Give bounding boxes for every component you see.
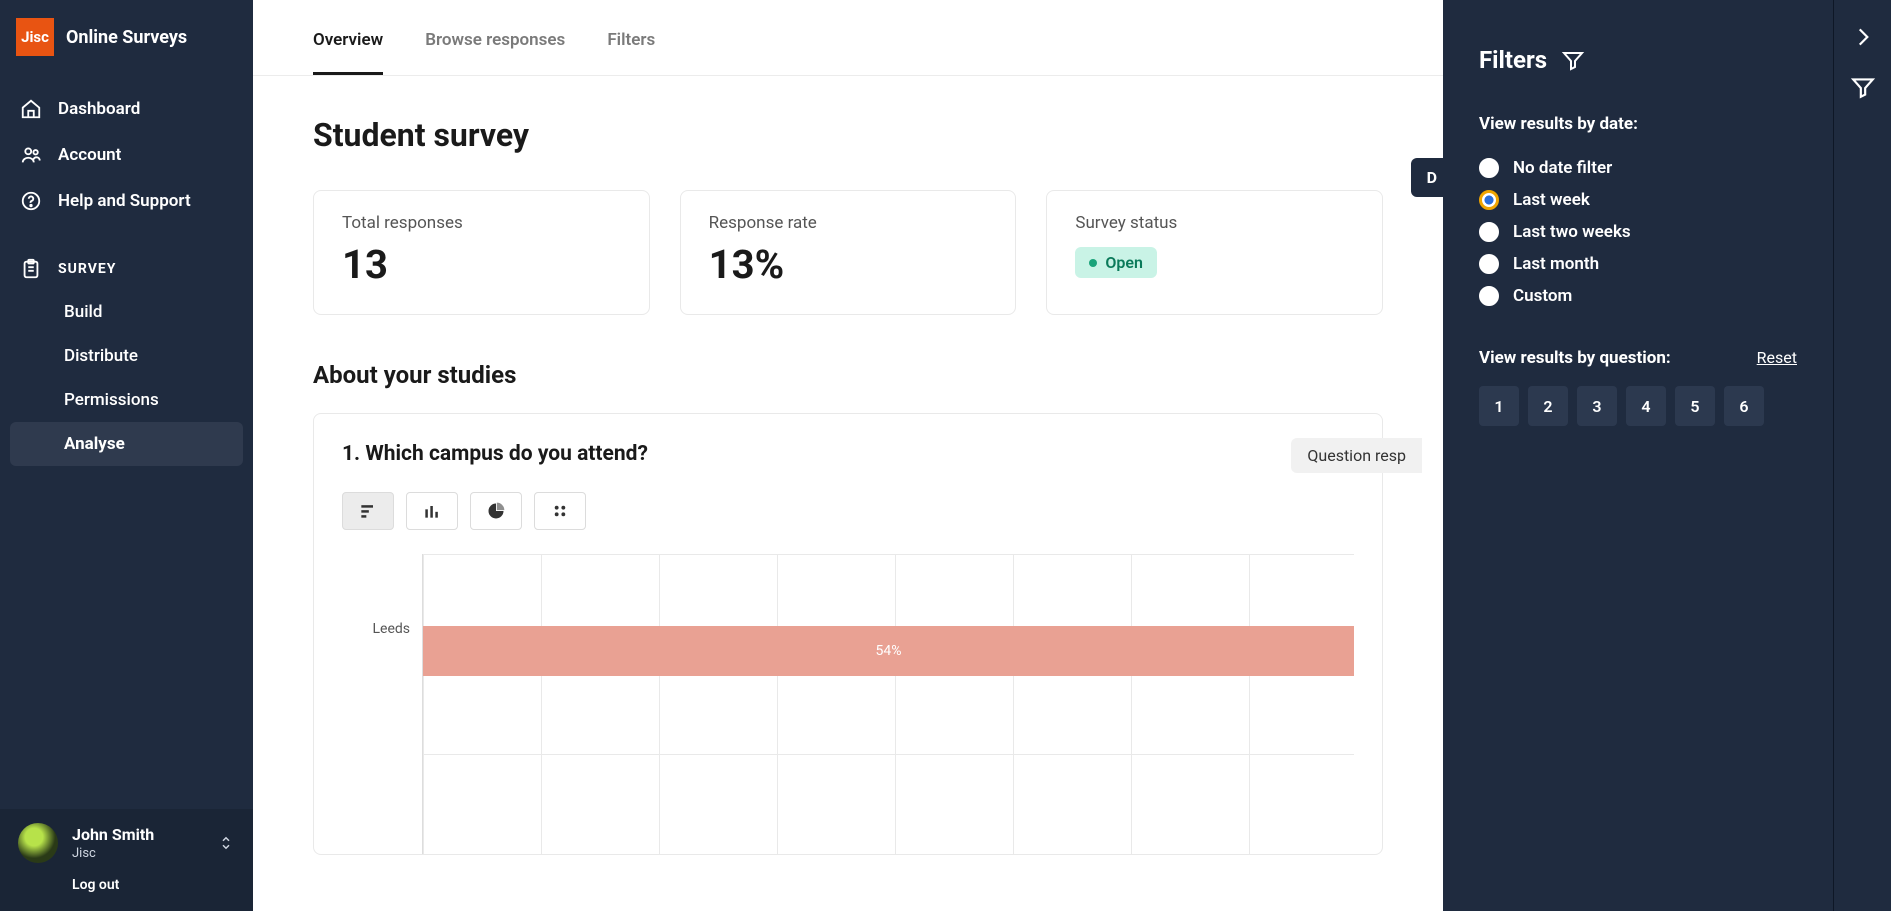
left-sidebar: Jisc Online Surveys Dashboard Account He…: [0, 0, 253, 911]
filters-date-heading: View results by date:: [1479, 114, 1797, 134]
user-footer[interactable]: John Smith Jisc: [0, 809, 253, 871]
tabs: Overview Browse responses Filters: [253, 0, 1443, 76]
section-title: About your studies: [313, 361, 1383, 389]
chart-y-axis: Leeds: [342, 554, 422, 854]
date-option-custom[interactable]: Custom: [1479, 280, 1797, 312]
question-filter-4[interactable]: 4: [1626, 386, 1666, 426]
user-name: John Smith: [72, 825, 203, 844]
question-filter-2[interactable]: 2: [1528, 386, 1568, 426]
stat-label: Total responses: [342, 213, 621, 233]
radio-icon: [1479, 158, 1499, 178]
filter-icon: [1561, 48, 1585, 72]
tab-browse-responses[interactable]: Browse responses: [425, 30, 565, 75]
tab-overview[interactable]: Overview: [313, 30, 383, 75]
radio-icon: [1479, 190, 1499, 210]
brand-logo: Jisc: [16, 18, 54, 56]
logout-link[interactable]: Log out: [0, 871, 253, 911]
hbar-icon: [358, 501, 378, 521]
stat-card-response-rate: Response rate 13%: [680, 190, 1017, 315]
radio-label: No date filter: [1513, 158, 1612, 178]
radio-icon: [1479, 222, 1499, 242]
sidebar-item-distribute[interactable]: Distribute: [0, 334, 253, 378]
sidebar-item-analyse[interactable]: Analyse: [10, 422, 243, 466]
question-filter-1[interactable]: 1: [1479, 386, 1519, 426]
question-text: 1. Which campus do you attend?: [342, 442, 648, 466]
survey-title: Student survey: [313, 116, 1383, 154]
question-responses-tag: Question resp: [1291, 438, 1422, 473]
right-rail: [1833, 0, 1891, 911]
clipboard-icon: [20, 258, 42, 280]
brand: Jisc Online Surveys: [0, 0, 253, 82]
chart-bar: 54%: [423, 626, 1354, 676]
status-text: Open: [1105, 253, 1143, 272]
chart-type-grid-button[interactable]: [534, 492, 586, 530]
download-button[interactable]: D: [1411, 158, 1443, 197]
brand-name: Online Surveys: [66, 27, 187, 48]
reset-link[interactable]: Reset: [1757, 348, 1797, 367]
date-option-last-two-weeks[interactable]: Last two weeks: [1479, 216, 1797, 248]
vbar-icon: [422, 501, 442, 521]
question-filter-grid: 1 2 3 4 5 6: [1479, 386, 1797, 426]
users-icon: [20, 144, 42, 166]
radio-label: Custom: [1513, 286, 1572, 306]
question-filter-6[interactable]: 6: [1724, 386, 1764, 426]
sidebar-item-label: Dashboard: [58, 99, 140, 119]
filters-title: Filters: [1479, 46, 1547, 74]
swap-icon[interactable]: [217, 834, 235, 852]
radio-icon: [1479, 254, 1499, 274]
status-dot-icon: [1089, 259, 1097, 267]
sidebar-item-account[interactable]: Account: [0, 132, 253, 178]
chart-type-pie-button[interactable]: [470, 492, 522, 530]
sidebar-item-label: Account: [58, 145, 121, 165]
question-filter-5[interactable]: 5: [1675, 386, 1715, 426]
stat-card-survey-status: Survey status Open: [1046, 190, 1383, 315]
sidebar-item-permissions[interactable]: Permissions: [0, 378, 253, 422]
sidebar-section-label: SURVEY: [58, 261, 116, 277]
stats-row: Total responses 13 Response rate 13% Sur…: [313, 190, 1383, 315]
radio-label: Last month: [1513, 254, 1599, 274]
chart-type-vertical-bar-button[interactable]: [406, 492, 458, 530]
date-option-last-month[interactable]: Last month: [1479, 248, 1797, 280]
chart-category-label: Leeds: [342, 579, 410, 679]
filters-panel: Filters View results by date: No date fi…: [1443, 0, 1833, 911]
avatar: [18, 823, 58, 863]
filters-question-heading: View results by question:: [1479, 348, 1671, 368]
sidebar-item-dashboard[interactable]: Dashboard: [0, 86, 253, 132]
user-org: Jisc: [72, 846, 203, 861]
filters-header: Filters: [1479, 46, 1797, 74]
stat-value: 13%: [709, 241, 988, 288]
stat-value: 13: [342, 241, 621, 288]
sidebar-item-build[interactable]: Build: [0, 290, 253, 334]
pie-icon: [486, 501, 506, 521]
date-option-last-week[interactable]: Last week: [1479, 184, 1797, 216]
chart-grid: 54%: [422, 554, 1354, 854]
user-info: John Smith Jisc: [72, 825, 203, 861]
stat-label: Response rate: [709, 213, 988, 233]
stat-card-total-responses: Total responses 13: [313, 190, 650, 315]
chart-bar-label: 54%: [876, 643, 902, 659]
tab-filters[interactable]: Filters: [607, 30, 655, 75]
status-badge: Open: [1075, 247, 1157, 278]
grid-icon: [550, 501, 570, 521]
chart-type-horizontal-bar-button[interactable]: [342, 492, 394, 530]
chart: Leeds 54%: [342, 554, 1354, 854]
radio-label: Last two weeks: [1513, 222, 1631, 242]
question-card: 1. Which campus do you attend? Question …: [313, 413, 1383, 855]
filter-icon[interactable]: [1850, 74, 1876, 100]
home-icon: [20, 98, 42, 120]
main: Overview Browse responses Filters Studen…: [253, 0, 1443, 911]
radio-label: Last week: [1513, 190, 1590, 210]
sidebar-item-label: Help and Support: [58, 191, 191, 211]
help-icon: [20, 190, 42, 212]
question-filter-3[interactable]: 3: [1577, 386, 1617, 426]
sidebar-item-help[interactable]: Help and Support: [0, 178, 253, 224]
radio-icon: [1479, 286, 1499, 306]
stat-label: Survey status: [1075, 213, 1354, 233]
sidebar-section-survey: SURVEY: [0, 228, 253, 290]
collapse-panel-icon[interactable]: [1850, 24, 1876, 50]
chart-type-row: [342, 492, 1354, 530]
date-option-no-filter[interactable]: No date filter: [1479, 152, 1797, 184]
